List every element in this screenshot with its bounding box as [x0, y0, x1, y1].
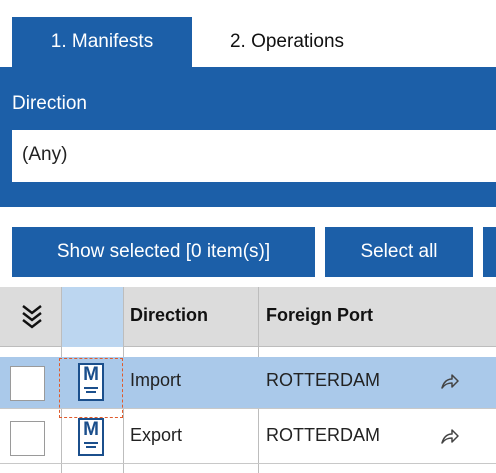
- table-row[interactable]: M Export ROTTERDAM: [0, 412, 496, 464]
- cell-direction: Export: [130, 425, 183, 445]
- column-header-direction[interactable]: Direction: [130, 287, 208, 347]
- tab-manifests[interactable]: 1. Manifests: [12, 17, 192, 67]
- grid-header: Direction Foreign Port: [0, 287, 496, 347]
- cell-foreign-port: ROTTERDAM: [266, 425, 380, 445]
- manifest-document-icon[interactable]: M: [78, 418, 104, 456]
- icon-column-header: [62, 287, 123, 347]
- cell-direction: Import: [130, 370, 182, 390]
- direction-filter-value: (Any): [22, 144, 68, 165]
- toolbar-more-button[interactable]: [483, 227, 496, 277]
- column-header-foreign-port[interactable]: Foreign Port: [266, 287, 373, 347]
- toolbar: Show selected [0 item(s)] Select all: [0, 227, 496, 277]
- manifest-document-icon[interactable]: M: [78, 363, 104, 401]
- share-arrow-icon[interactable]: [440, 371, 460, 391]
- direction-filter-select[interactable]: (Any): [12, 130, 496, 182]
- select-all-button[interactable]: Select all: [325, 227, 473, 277]
- share-arrow-icon[interactable]: [440, 426, 460, 446]
- tab-bar: 1. Manifests 2. Operations: [0, 0, 496, 67]
- direction-filter-label: Direction: [12, 93, 87, 114]
- tab-operations[interactable]: 2. Operations: [192, 17, 382, 67]
- show-selected-button[interactable]: Show selected [0 item(s)]: [12, 227, 315, 277]
- table-row[interactable]: M Import ROTTERDAM: [0, 357, 496, 409]
- manifest-grid: Direction Foreign Port M Import ROTTERDA…: [0, 287, 496, 473]
- filter-panel: Direction (Any): [0, 67, 496, 207]
- double-chevron-down-icon[interactable]: [20, 303, 44, 329]
- manifest-icon-letter: M: [83, 419, 99, 440]
- row-checkbox[interactable]: [10, 366, 45, 401]
- manifest-icon-letter: M: [83, 364, 99, 385]
- cell-foreign-port: ROTTERDAM: [266, 370, 380, 390]
- row-checkbox[interactable]: [10, 421, 45, 456]
